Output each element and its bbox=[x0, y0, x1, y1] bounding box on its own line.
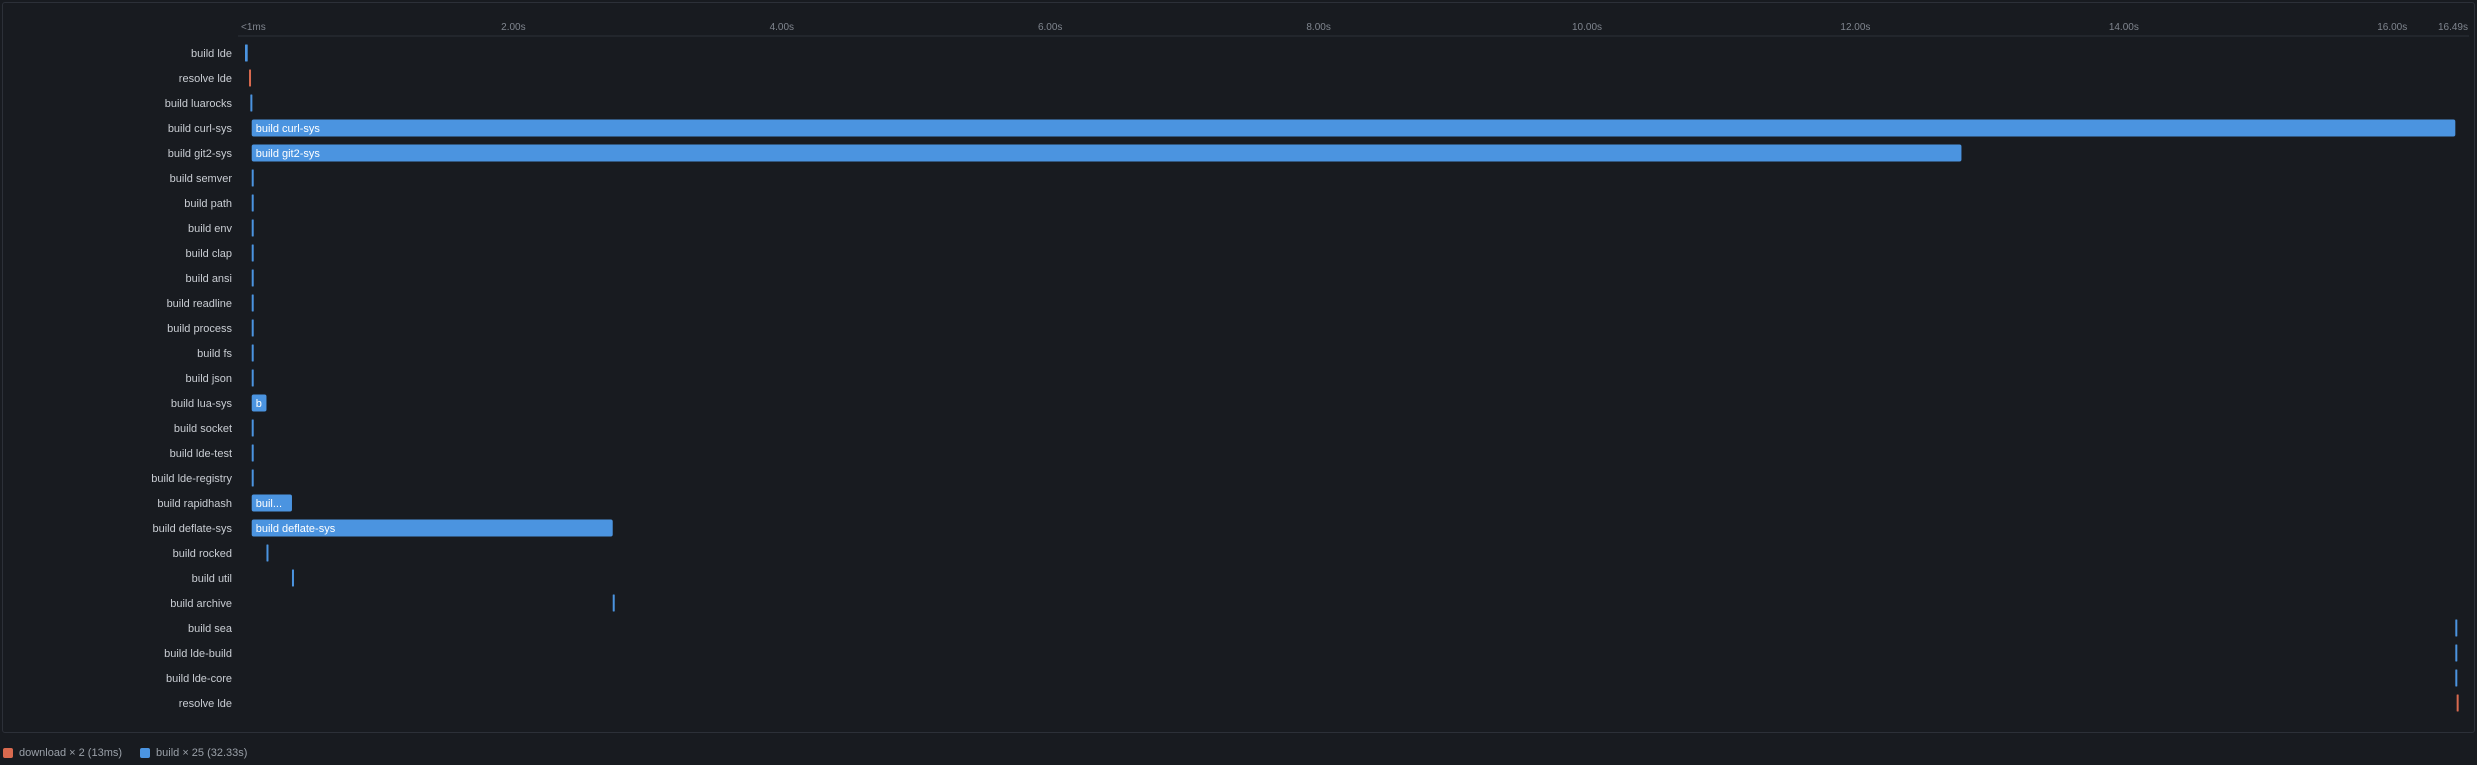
row-label: build fs bbox=[197, 348, 232, 360]
timeline-panel: <1ms 2.00s 4.00s 6.00s 8.00s 10.00s 12.00s 14.0… bbox=[2, 2, 2475, 733]
row-label: build env bbox=[188, 223, 233, 235]
row-label: build json bbox=[186, 373, 232, 385]
build-bar bbox=[251, 169, 254, 187]
x-tick-label: 2.00s bbox=[501, 22, 525, 33]
gantt-chart: <1ms 2.00s 4.00s 6.00s 8.00s 10.00s 12.00s 14.0… bbox=[151, 22, 2469, 712]
row-label: build curl-sys bbox=[168, 123, 233, 135]
row-label: build rocked bbox=[173, 548, 232, 560]
x-tick-label: 16.00s bbox=[2377, 22, 2407, 33]
x-tick-label: 12.00s bbox=[1840, 22, 1870, 33]
build-bar bbox=[251, 344, 254, 362]
row-label: build lde-core bbox=[166, 673, 232, 685]
x-tick-label: 4.00s bbox=[770, 22, 794, 33]
download-swatch-icon bbox=[3, 748, 13, 758]
build-swatch-icon bbox=[140, 748, 151, 758]
build-bar bbox=[245, 44, 248, 62]
build-bar bbox=[251, 119, 2456, 137]
x-tick-label: 10.00s bbox=[1572, 22, 1602, 33]
row-label: build util bbox=[192, 573, 232, 585]
row-label: build sea bbox=[188, 623, 233, 635]
build-bar bbox=[612, 594, 615, 612]
build-bar bbox=[251, 369, 254, 387]
row-label: build lde bbox=[191, 48, 232, 60]
row-label: build readline bbox=[167, 298, 232, 310]
build-bar bbox=[251, 294, 254, 312]
bar-label: build deflate-sys bbox=[256, 523, 336, 535]
row-label: build git2-sys bbox=[168, 148, 233, 160]
build-bar bbox=[250, 94, 253, 112]
row-label: build rapidhash bbox=[157, 498, 232, 510]
build-bar bbox=[2455, 669, 2458, 687]
row-label: build process bbox=[167, 323, 232, 335]
legend-item-download: download × 2 (13ms) bbox=[3, 747, 122, 759]
row-label: build lua-sys bbox=[171, 398, 233, 410]
bar-label: buil... bbox=[256, 498, 282, 510]
row-label: build socket bbox=[174, 423, 232, 435]
build-bar bbox=[251, 219, 254, 237]
build-bar bbox=[251, 319, 254, 337]
build-bar bbox=[251, 244, 254, 262]
download-bar bbox=[2456, 694, 2459, 712]
download-bar bbox=[249, 69, 252, 87]
row-label: build luarocks bbox=[165, 98, 233, 110]
bar-label: b bbox=[256, 398, 262, 410]
build-bar bbox=[251, 444, 254, 462]
x-tick-label: 6.00s bbox=[1038, 22, 1062, 33]
row-label: build archive bbox=[170, 598, 232, 610]
x-tick-label: 16.49s bbox=[2438, 22, 2468, 33]
bar-label: build curl-sys bbox=[256, 123, 321, 135]
bar-label: build git2-sys bbox=[256, 148, 321, 160]
row-label: build deflate-sys bbox=[153, 523, 233, 535]
row-label: build semver bbox=[170, 173, 233, 185]
build-bar bbox=[2455, 644, 2458, 662]
x-tick-label: 8.00s bbox=[1306, 22, 1330, 33]
row-label: build lde-test bbox=[170, 448, 232, 460]
row-label: build ansi bbox=[186, 273, 232, 285]
build-bar bbox=[291, 569, 294, 587]
legend-label-build: build × 25 (32.33s) bbox=[156, 747, 248, 759]
row-label: resolve lde bbox=[179, 73, 232, 85]
legend-item-build: build × 25 (32.33s) bbox=[140, 747, 247, 759]
build-bar bbox=[266, 544, 269, 562]
build-bar bbox=[251, 194, 254, 212]
legend-label-download: download × 2 (13ms) bbox=[19, 747, 123, 759]
row-label: build lde-registry bbox=[151, 473, 232, 485]
build-bar bbox=[251, 144, 1962, 162]
build-bar bbox=[251, 469, 254, 487]
legend: download × 2 (13ms) build × 25 (32.33s) bbox=[3, 747, 265, 759]
row-label: build clap bbox=[186, 248, 232, 260]
x-tick-label: 14.00s bbox=[2109, 22, 2139, 33]
build-bar bbox=[251, 269, 254, 287]
row-label: build path bbox=[184, 198, 232, 210]
x-tick-label: <1ms bbox=[241, 22, 266, 33]
row-label: build lde-build bbox=[164, 648, 232, 660]
build-bar bbox=[251, 419, 254, 437]
build-bar bbox=[2455, 619, 2458, 637]
row-label: resolve lde bbox=[179, 698, 232, 710]
